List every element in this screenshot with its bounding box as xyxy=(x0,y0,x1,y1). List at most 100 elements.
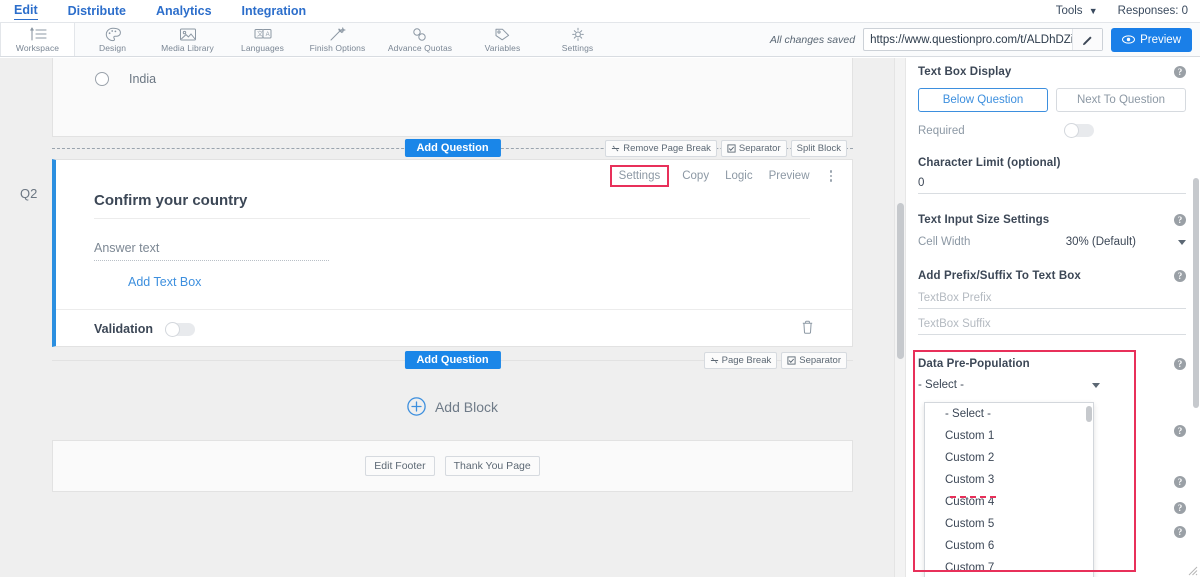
toolbar-label-variables: Variables xyxy=(485,43,521,53)
question-copy-link[interactable]: Copy xyxy=(682,170,709,182)
section-text-input-size: Text Input Size Settings ? Cell Width 30… xyxy=(918,214,1186,248)
validation-row: Validation xyxy=(56,310,852,336)
dropdown-option-custom-7[interactable]: Custom 7 xyxy=(925,557,1093,577)
option-below-question[interactable]: Below Question xyxy=(918,88,1048,112)
answer-text-field[interactable]: Answer text xyxy=(94,241,329,261)
translate-icon: 文A xyxy=(254,26,272,42)
dropdown-option-select[interactable]: - Select - xyxy=(925,403,1093,425)
tools-menu-label: Tools xyxy=(1056,5,1083,17)
dropdown-option-custom-2[interactable]: Custom 2 xyxy=(925,447,1093,469)
nav-tab-analytics[interactable]: Analytics xyxy=(156,3,212,19)
required-row: Required xyxy=(918,124,1186,137)
dropdown-option-custom-6[interactable]: Custom 6 xyxy=(925,535,1093,557)
toolbar-item-advance-quotas[interactable]: Advance Quotas xyxy=(375,23,465,56)
canvas-scrollbar-thumb[interactable] xyxy=(897,203,904,359)
dropdown-option-custom-4[interactable]: Custom 4 xyxy=(925,491,1093,513)
toolbar-item-finish-options[interactable]: Finish Options xyxy=(300,23,375,56)
trash-icon xyxy=(801,320,814,334)
required-toggle[interactable] xyxy=(1064,124,1094,137)
help-icon-lower-5[interactable]: ? xyxy=(1174,526,1186,538)
page-break-label: Page Break xyxy=(722,355,772,366)
help-icon-lower-1[interactable]: ? xyxy=(1174,425,1186,437)
edit-url-button[interactable] xyxy=(1072,29,1102,50)
sidebar-vertical-scrollbar[interactable] xyxy=(1192,58,1200,577)
character-limit-input[interactable]: 0 xyxy=(918,177,1186,194)
help-icon-data-prepopulation[interactable]: ? xyxy=(1174,358,1186,370)
validation-toggle[interactable] xyxy=(165,323,195,336)
question-title[interactable]: Confirm your country xyxy=(56,182,852,209)
divider-chips-top: Remove Page Break Separator Split Block xyxy=(605,140,847,157)
help-icon-lower-3[interactable]: ? xyxy=(1174,502,1186,514)
textbox-prefix-input[interactable]: TextBox Prefix xyxy=(918,292,1186,309)
separator-button-bottom[interactable]: Separator xyxy=(781,352,847,369)
split-block-button[interactable]: Split Block xyxy=(791,140,847,157)
text-box-display-options: Below Question Next To Question xyxy=(918,88,1186,112)
separator-label-top: Separator xyxy=(739,143,781,154)
canvas-scroll-content: India Add Question Remove Page Break Sep… xyxy=(0,58,905,577)
toolbar-item-variables[interactable]: Variables xyxy=(465,23,540,56)
help-icon-prefix-suffix[interactable]: ? xyxy=(1174,270,1186,282)
help-icon-text-box-display[interactable]: ? xyxy=(1174,66,1186,78)
dropdown-scrollbar-thumb[interactable] xyxy=(1086,406,1092,422)
data-prepopulation-select[interactable]: - Select - xyxy=(918,379,1100,391)
question-logic-link[interactable]: Logic xyxy=(725,170,753,182)
toolbar-item-languages[interactable]: 文A Languages xyxy=(225,23,300,56)
toolbar-item-settings[interactable]: Settings xyxy=(540,23,615,56)
option-next-to-question[interactable]: Next To Question xyxy=(1056,88,1186,112)
section-text-box-display: Text Box Display ? Below Question Next T… xyxy=(918,66,1186,137)
save-status-text: All changes saved xyxy=(770,34,855,46)
help-icon-lower-2[interactable]: ? xyxy=(1174,476,1186,488)
add-question-button-top[interactable]: Add Question xyxy=(404,139,500,157)
add-text-box-link[interactable]: Add Text Box xyxy=(128,275,201,289)
question-more-menu-icon[interactable] xyxy=(826,170,837,182)
survey-footer-card: Edit Footer Thank You Page xyxy=(52,440,853,492)
data-prepopulation-dropdown[interactable]: - Select -Custom 1Custom 2Custom 3Custom… xyxy=(924,402,1094,577)
preview-button[interactable]: Preview xyxy=(1111,28,1192,52)
nav-tab-edit[interactable]: Edit xyxy=(14,2,38,20)
thank-you-page-button[interactable]: Thank You Page xyxy=(445,456,540,476)
dropdown-option-custom-1[interactable]: Custom 1 xyxy=(925,425,1093,447)
prefix-suffix-title: Add Prefix/Suffix To Text Box xyxy=(918,270,1186,282)
answer-option-label: India xyxy=(129,72,156,86)
remove-page-break-button[interactable]: Remove Page Break xyxy=(605,140,717,157)
character-limit-title: Character Limit (optional) xyxy=(918,157,1186,169)
dropdown-option-custom-3[interactable]: Custom 3 xyxy=(925,469,1093,491)
top-nav-right: Tools ▼ Responses: 0 xyxy=(1056,0,1188,22)
cell-width-row[interactable]: Cell Width 30% (Default) xyxy=(918,236,1186,248)
survey-url-box[interactable]: https://www.questionpro.com/t/ALDhDZiIYc xyxy=(863,28,1103,51)
dropdown-option-custom-5[interactable]: Custom 5 xyxy=(925,513,1093,535)
cell-width-value: 30% (Default) xyxy=(1066,236,1136,248)
editor-toolbar: Workspace Design Media Library 文A Langua… xyxy=(0,22,1200,57)
radio-icon[interactable] xyxy=(95,72,109,86)
nav-tab-integration[interactable]: Integration xyxy=(242,3,307,19)
sidebar-scrollbar-thumb[interactable] xyxy=(1193,178,1199,408)
toolbar-item-media-library[interactable]: Media Library xyxy=(150,23,225,56)
palette-icon xyxy=(105,26,121,42)
resize-grip-icon[interactable] xyxy=(1186,563,1198,575)
textbox-suffix-input[interactable]: TextBox Suffix xyxy=(918,318,1186,335)
question-card-q2: Q2 Settings Copy Logic Preview Confirm y… xyxy=(52,159,853,347)
question-settings-link[interactable]: Settings xyxy=(612,167,668,185)
validation-label: Validation xyxy=(94,322,153,336)
delete-question-button[interactable] xyxy=(801,320,814,339)
toolbar-item-workspace[interactable]: Workspace xyxy=(0,23,75,56)
separator-button-top[interactable]: Separator xyxy=(721,140,787,157)
add-question-button-bottom[interactable]: Add Question xyxy=(404,351,500,369)
canvas-vertical-scrollbar[interactable] xyxy=(894,58,905,577)
page-break-button[interactable]: Page Break xyxy=(704,352,778,369)
page-break-icon xyxy=(611,144,620,153)
edit-footer-button[interactable]: Edit Footer xyxy=(365,456,434,476)
answer-text-underline xyxy=(94,260,329,261)
tools-menu[interactable]: Tools ▼ xyxy=(1056,5,1098,17)
toolbar-item-design[interactable]: Design xyxy=(75,23,150,56)
question-preview-link[interactable]: Preview xyxy=(769,170,810,182)
pencil-icon xyxy=(1082,34,1094,46)
nav-tab-distribute[interactable]: Distribute xyxy=(68,3,126,19)
separator-icon xyxy=(787,356,796,365)
add-block-button[interactable]: Add Block xyxy=(52,371,853,440)
help-icon-text-input-size[interactable]: ? xyxy=(1174,214,1186,226)
custom-1-highlight-underline xyxy=(950,496,996,498)
image-icon xyxy=(179,26,197,42)
question-settings-sidebar: Text Box Display ? Below Question Next T… xyxy=(905,58,1200,577)
dropdown-scrollbar[interactable] xyxy=(1086,404,1092,577)
